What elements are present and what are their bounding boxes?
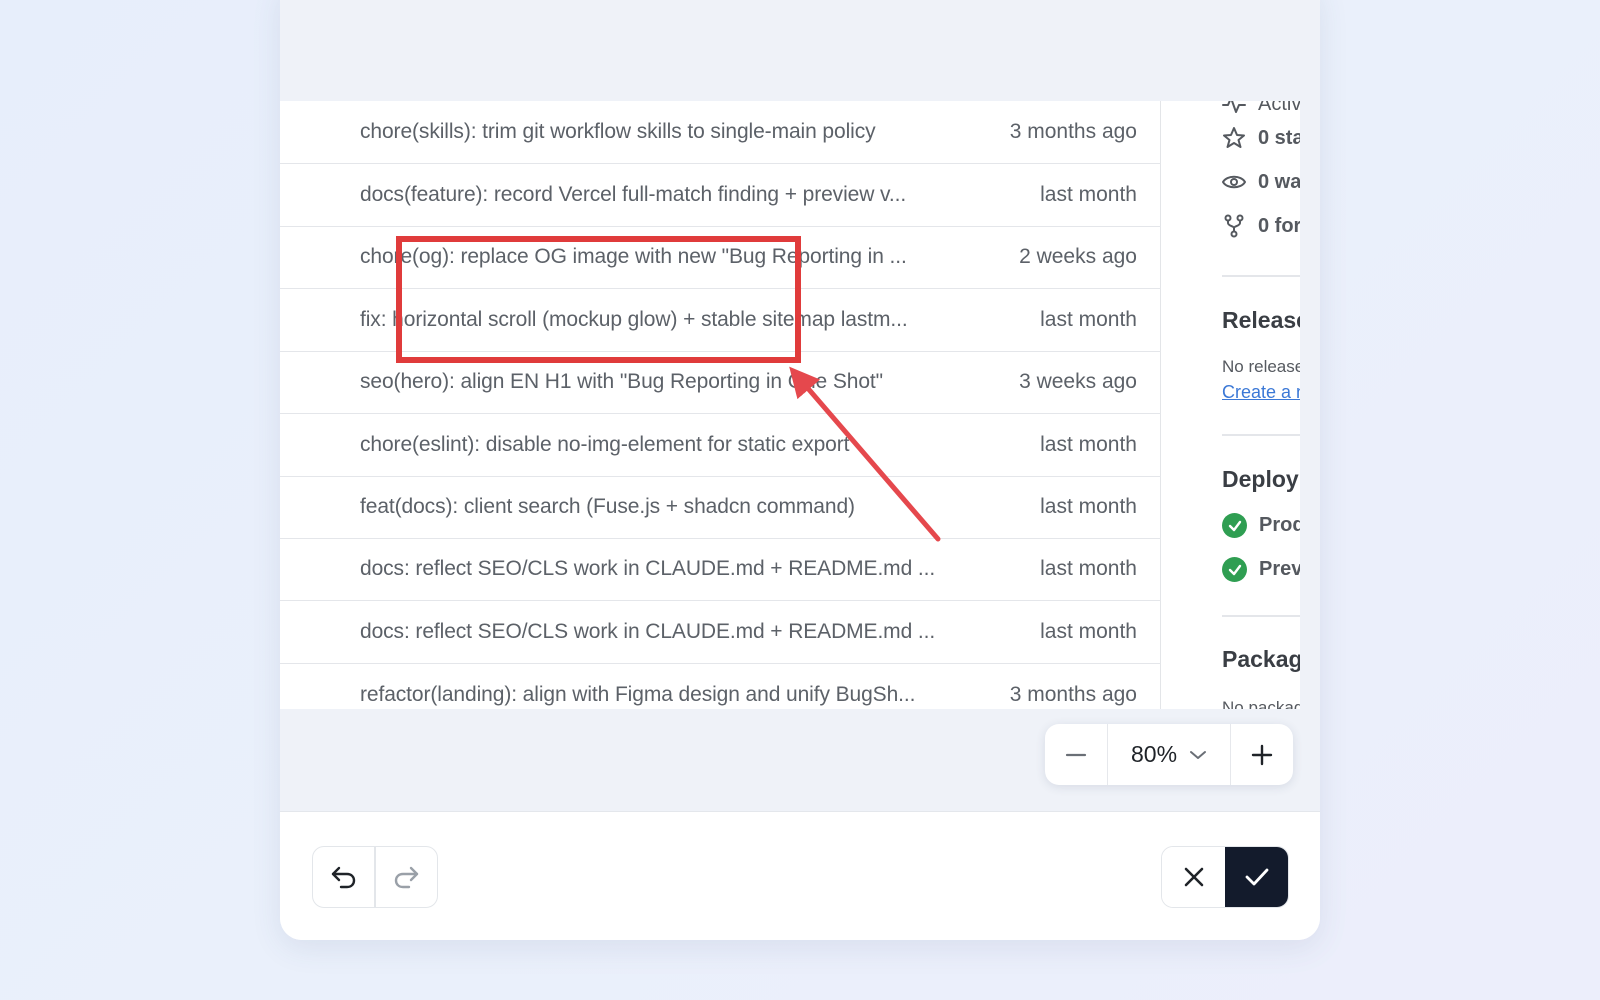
commit-time: last month bbox=[1040, 183, 1137, 206]
commit-row: seo(hero): align EN H1 with "Bug Reporti… bbox=[280, 351, 1161, 414]
fork-icon bbox=[1224, 214, 1244, 238]
commit-time: 3 months ago bbox=[1009, 682, 1137, 706]
commit-time: 3 months ago bbox=[1009, 120, 1137, 143]
check-circle-icon bbox=[1222, 557, 1247, 582]
packages-heading: Packages bbox=[1222, 646, 1300, 672]
commit-time: last month bbox=[1040, 557, 1137, 580]
editor-footer bbox=[280, 811, 1320, 940]
action-controls bbox=[1161, 846, 1289, 908]
sidebar-divider bbox=[1222, 615, 1300, 617]
check-icon bbox=[1245, 868, 1268, 886]
star-icon bbox=[1223, 127, 1245, 148]
releases-heading: Releases bbox=[1222, 307, 1300, 333]
screenshot-image[interactable]: chore(skills): trim git workflow skills … bbox=[280, 101, 1300, 709]
sidebar-stars: 0 stars bbox=[1222, 126, 1300, 150]
redo-button[interactable] bbox=[376, 847, 437, 907]
undo-button[interactable] bbox=[313, 847, 374, 907]
commit-message: refactor(landing): align with Figma desi… bbox=[360, 682, 916, 706]
history-controls bbox=[312, 846, 438, 908]
commit-row: docs: reflect SEO/CLS work in CLAUDE.md … bbox=[280, 601, 1161, 664]
commit-time: 2 weeks ago bbox=[1019, 245, 1137, 268]
packages-text: No packages published bbox=[1222, 698, 1300, 709]
redo-icon bbox=[395, 866, 419, 889]
commit-message: feat(docs): client search (Fuse.js + sha… bbox=[360, 495, 855, 518]
deployment-preview: Preview bbox=[1222, 557, 1300, 582]
commit-row: chore(eslint): disable no-img-element fo… bbox=[280, 414, 1161, 477]
zoom-control: 80% bbox=[1045, 724, 1293, 785]
commit-message: chore(skills): trim git workflow skills … bbox=[360, 120, 876, 143]
commit-time: last month bbox=[1040, 308, 1137, 331]
canvas-area: chore(skills): trim git workflow skills … bbox=[280, 0, 1320, 811]
activity-icon bbox=[1222, 101, 1246, 113]
commit-message: docs: reflect SEO/CLS work in CLAUDE.md … bbox=[360, 620, 936, 643]
commit-message: seo(hero): align EN H1 with "Bug Reporti… bbox=[360, 370, 884, 393]
check-circle-icon bbox=[1222, 513, 1247, 538]
commit-time: last month bbox=[1040, 433, 1137, 456]
commit-time: last month bbox=[1040, 620, 1137, 643]
commit-time: 3 weeks ago bbox=[1019, 370, 1137, 393]
sidebar-activity: Activity bbox=[1222, 101, 1300, 116]
eye-icon bbox=[1222, 175, 1246, 189]
commit-row: chore(skills): trim git workflow skills … bbox=[280, 101, 1161, 164]
commit-message: docs(feature): record Vercel full-match … bbox=[360, 183, 907, 206]
close-icon bbox=[1184, 867, 1203, 887]
commit-row: docs(feature): record Vercel full-match … bbox=[280, 164, 1161, 227]
create-release-link[interactable]: Create a new release bbox=[1222, 382, 1300, 403]
sidebar-divider bbox=[1222, 434, 1300, 436]
zoom-level-dropdown[interactable]: 80% bbox=[1108, 724, 1230, 785]
sidebar-forks: 0 forks bbox=[1222, 214, 1300, 238]
commit-message: chore(eslint): disable no-img-element fo… bbox=[360, 433, 850, 456]
repo-sidebar: Activity 0 stars 0 watching 0 forks Rele… bbox=[1162, 101, 1300, 709]
releases-text: No releases published bbox=[1222, 357, 1300, 376]
chevron-down-icon bbox=[1190, 750, 1207, 759]
zoom-in-button[interactable] bbox=[1231, 724, 1293, 785]
annotation-editor: chore(skills): trim git workflow skills … bbox=[280, 0, 1320, 940]
sidebar-watching: 0 watching bbox=[1222, 170, 1300, 194]
commit-message: docs: reflect SEO/CLS work in CLAUDE.md … bbox=[360, 557, 936, 580]
undo-icon bbox=[331, 866, 355, 889]
minus-icon bbox=[1065, 753, 1086, 756]
commit-row: refactor(landing): align with Figma desi… bbox=[280, 663, 1161, 709]
commit-time: last month bbox=[1040, 495, 1137, 518]
commit-row: docs: reflect SEO/CLS work in CLAUDE.md … bbox=[280, 538, 1161, 601]
sidebar-divider bbox=[1222, 275, 1300, 277]
zoom-out-button[interactable] bbox=[1045, 724, 1107, 785]
commit-row: chore(og): replace OG image with new "Bu… bbox=[280, 226, 1161, 289]
confirm-button[interactable] bbox=[1225, 847, 1288, 907]
commit-row: feat(docs): client search (Fuse.js + sha… bbox=[280, 476, 1161, 539]
cancel-button[interactable] bbox=[1162, 847, 1225, 907]
commit-message: chore(og): replace OG image with new "Bu… bbox=[360, 245, 907, 268]
commit-list: chore(skills): trim git workflow skills … bbox=[280, 101, 1161, 709]
commit-row: fix: horizontal scroll (mockup glow) + s… bbox=[280, 289, 1161, 352]
deployment-production: Production bbox=[1222, 513, 1300, 538]
commit-message: fix: horizontal scroll (mockup glow) + s… bbox=[360, 308, 908, 331]
deployments-heading: Deployments bbox=[1222, 466, 1300, 492]
zoom-level: 80% bbox=[1130, 741, 1178, 767]
plus-icon bbox=[1251, 744, 1273, 765]
